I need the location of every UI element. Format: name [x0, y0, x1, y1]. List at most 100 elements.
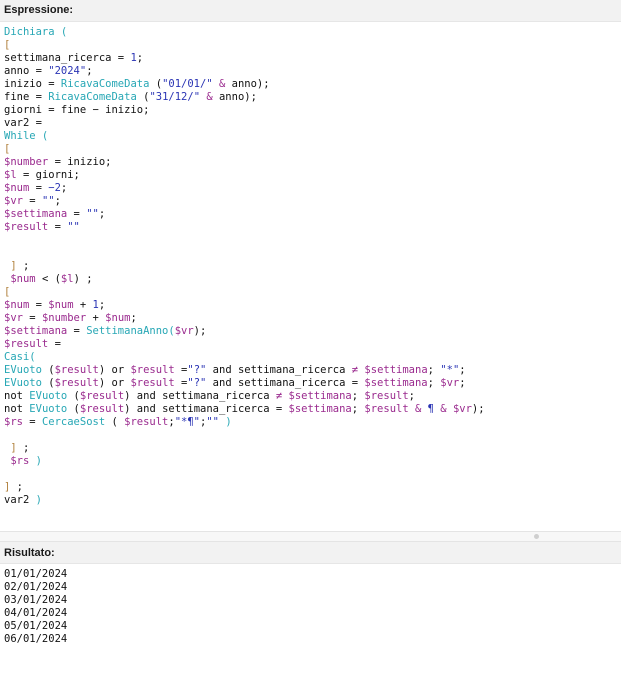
code-token: $settimana	[288, 403, 352, 415]
code-token: $result	[54, 364, 99, 376]
code-line: $settimana = SettimanaAnno($vr);	[4, 325, 621, 338]
code-token: ;	[86, 65, 93, 77]
code-line: inizio = RicavaComeData ("01/01/" & anno…	[4, 78, 621, 91]
code-token: (	[105, 416, 125, 428]
code-token: [	[4, 143, 11, 155]
code-token: $result	[54, 377, 99, 389]
code-token: $settimana	[288, 390, 352, 402]
code-line: ] ;	[4, 481, 621, 494]
code-line: $result = ""	[4, 221, 621, 234]
code-line: not EVuoto ($result) and settimana_ricer…	[4, 390, 621, 403]
result-line: 04/01/2024	[4, 607, 68, 619]
code-token: $result	[79, 403, 125, 415]
code-token: EVuoto	[29, 403, 68, 415]
code-token: $settimana	[4, 208, 68, 220]
code-token: While (	[4, 130, 49, 142]
code-token: &	[200, 91, 219, 103]
code-token: ) ;	[73, 273, 93, 285]
code-token: RicavaComeData	[48, 91, 137, 103]
code-token: ""	[206, 416, 219, 428]
code-token: $settimana	[4, 325, 68, 337]
code-token: (	[67, 403, 80, 415]
code-token: =	[67, 325, 87, 337]
expression-editor[interactable]: Dichiara ([settimana_ricerca = 1; anno = …	[0, 22, 621, 531]
code-token: $num	[105, 312, 131, 324]
code-token: =	[29, 182, 49, 194]
code-line: var2 =	[4, 117, 621, 130]
code-token: EVuoto	[4, 377, 42, 389]
code-token: (	[41, 377, 55, 389]
code-token: ;	[16, 442, 30, 454]
code-token: anno);	[231, 78, 270, 90]
code-token: $vr	[4, 312, 23, 324]
code-token: "*"	[440, 364, 460, 376]
code-token: [	[4, 286, 11, 298]
code-token: SettimanaAnno(	[86, 325, 175, 337]
result-line: 02/01/2024	[4, 581, 68, 593]
code-token: var2	[4, 494, 30, 506]
code-token: ;	[98, 299, 106, 311]
code-token: (	[67, 390, 80, 402]
code-token: $number	[4, 156, 49, 168]
code-line: ] ;	[4, 442, 621, 455]
code-token: ) and settimana_ricerca =	[124, 403, 289, 415]
code-token: "2024"	[48, 65, 87, 77]
code-area[interactable]: Dichiara ([settimana_ricerca = 1; anno = …	[0, 26, 621, 507]
code-token: )	[29, 494, 42, 506]
code-line: $l = giorni;	[4, 169, 621, 182]
code-token: $settimana	[364, 377, 428, 389]
pane-splitter[interactable]	[0, 531, 621, 542]
code-line: fine = RicavaComeData ("31/12/" & anno);	[4, 91, 621, 104]
code-token: $num	[4, 299, 30, 311]
code-line: $rs )	[4, 455, 621, 468]
code-token: ""	[41, 195, 55, 207]
code-token: $result	[4, 221, 49, 233]
code-line: $num < ($l) ;	[4, 273, 621, 286]
code-token: not	[4, 403, 30, 415]
code-token: =	[67, 208, 87, 220]
code-token: < (	[35, 273, 61, 285]
code-token: $num	[10, 273, 36, 285]
code-token: ;	[136, 52, 144, 64]
code-token: &	[408, 403, 428, 415]
code-token: =	[22, 195, 42, 207]
result-line: 01/01/2024	[4, 568, 68, 580]
code-line: anno = "2024";	[4, 65, 621, 78]
code-token: ""	[86, 208, 99, 220]
code-line: [	[4, 286, 621, 299]
code-token: =	[48, 221, 68, 233]
code-line: $number = inizio;	[4, 156, 621, 169]
code-token: $vr	[440, 377, 460, 389]
code-token: $result	[79, 390, 125, 402]
code-token: EVuoto	[4, 364, 42, 376]
code-line: ] ;	[4, 260, 621, 273]
code-token: ) or	[98, 364, 131, 376]
code-line: EVuoto ($result) or $result ="?" and set…	[4, 377, 621, 390]
code-token: =	[22, 312, 42, 324]
code-token: ;	[459, 364, 466, 376]
code-token: "01/01/"	[162, 78, 213, 90]
code-token: )	[219, 416, 232, 428]
code-token: $result	[364, 390, 409, 402]
splitter-handle-icon[interactable]	[534, 534, 539, 539]
code-token: $vr	[174, 325, 194, 337]
code-token: ;	[459, 377, 466, 389]
code-token: &	[212, 78, 232, 90]
code-token: $num	[48, 299, 74, 311]
result-area: 01/01/2024 02/01/2024 03/01/2024 04/01/2024…	[0, 564, 621, 646]
code-token: fine =	[4, 91, 49, 103]
code-token: $number	[41, 312, 87, 324]
code-token: (	[149, 78, 163, 90]
code-line: settimana_ricerca = 1;	[4, 52, 621, 65]
code-token: ;	[54, 195, 61, 207]
code-token: );	[471, 403, 485, 415]
code-line: not EVuoto ($result) and settimana_ricer…	[4, 403, 621, 416]
result-line: 03/01/2024	[4, 594, 68, 606]
code-token: $result	[364, 403, 409, 415]
code-token: inizio =	[4, 78, 61, 90]
code-line: $num = −2;	[4, 182, 621, 195]
code-token: $result	[4, 338, 49, 350]
